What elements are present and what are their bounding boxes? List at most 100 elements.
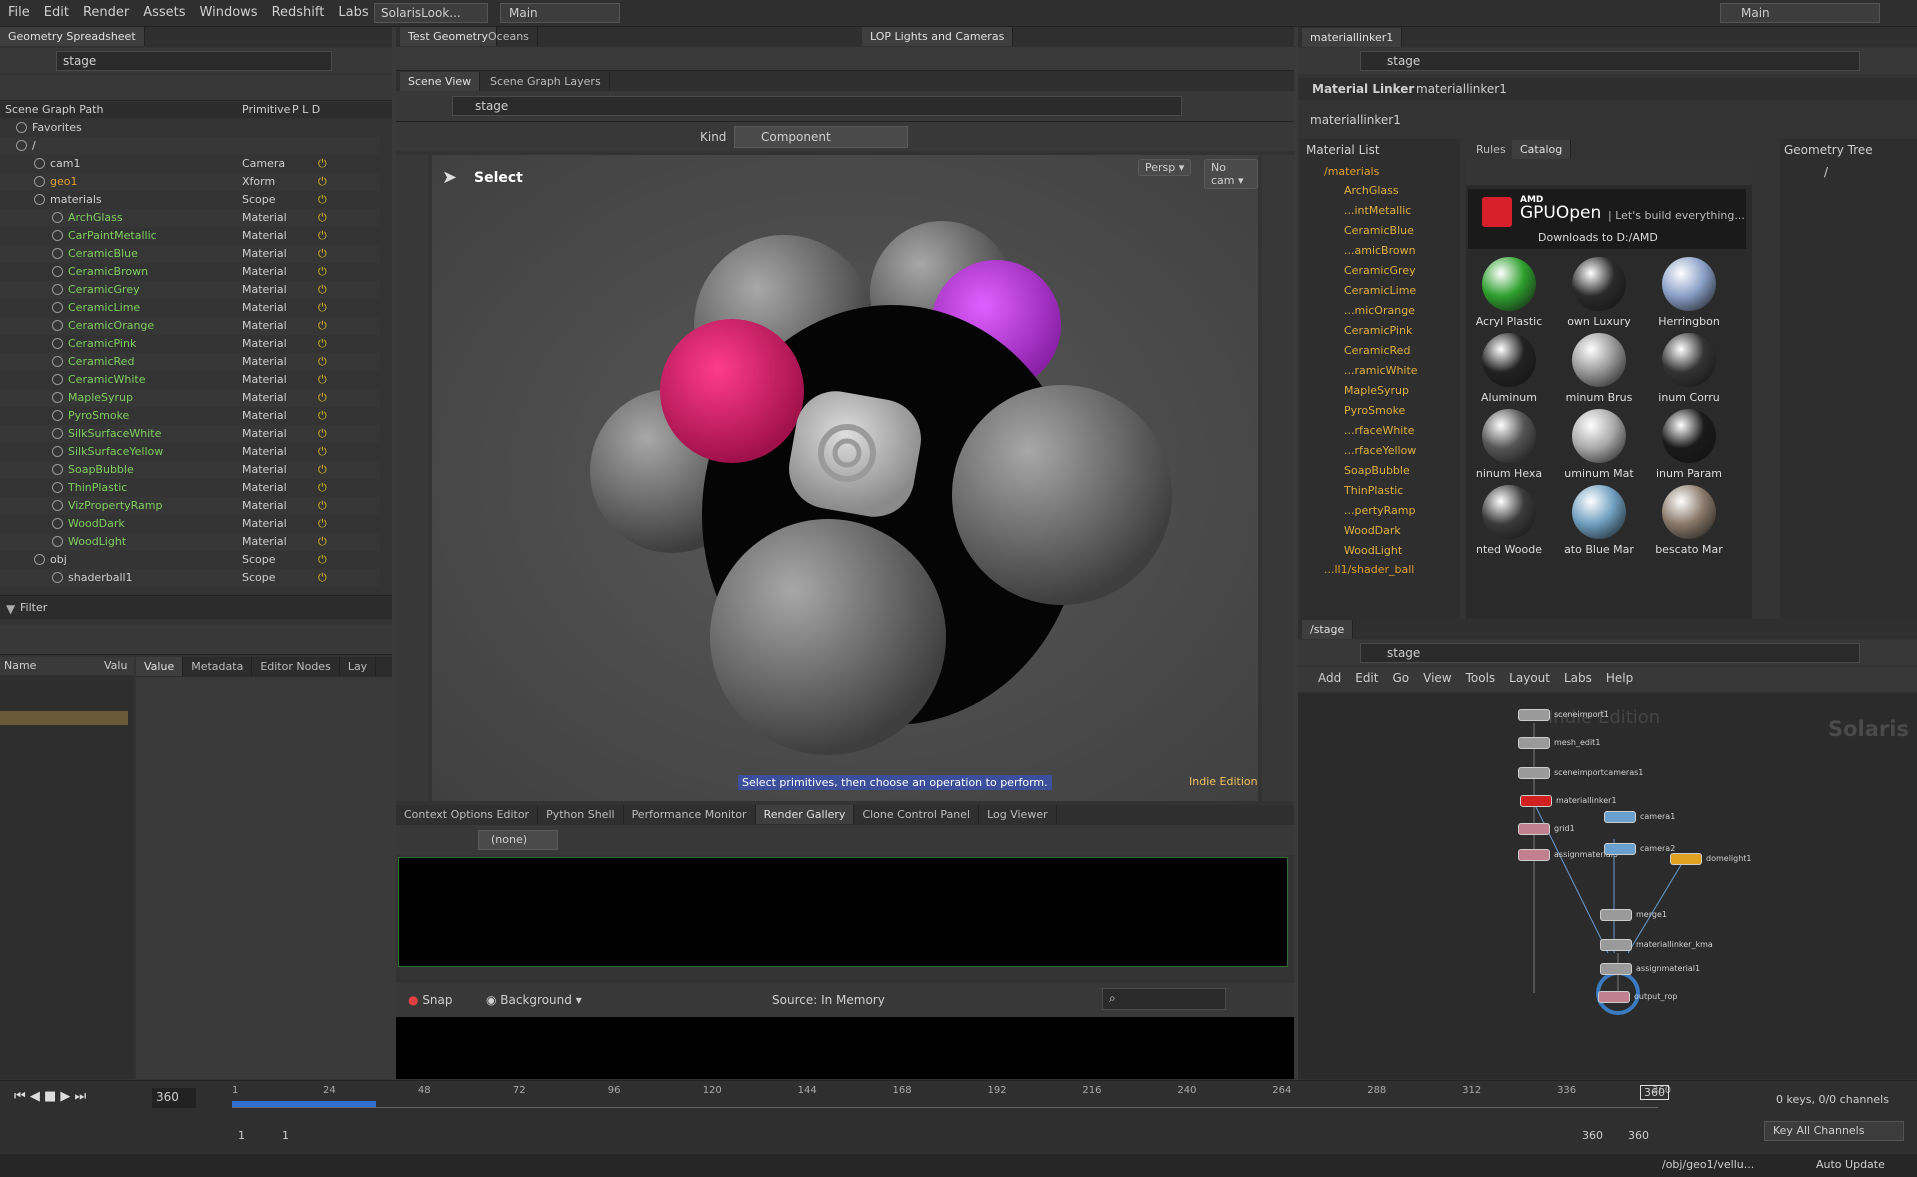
network-node[interactable] xyxy=(1600,909,1632,921)
material-item[interactable]: ThinPlastic xyxy=(1300,481,1460,501)
network-node[interactable] xyxy=(1518,709,1550,721)
network-node[interactable] xyxy=(1600,939,1632,951)
material-item[interactable]: ...pertyRamp xyxy=(1300,501,1460,521)
end-frame[interactable]: 360 xyxy=(1582,1129,1603,1142)
center-path-field[interactable]: stage xyxy=(452,96,1182,116)
tab-scene-view[interactable]: Scene View xyxy=(400,72,481,91)
tab-context-options-editor[interactable]: Context Options Editor xyxy=(396,805,539,824)
material-item[interactable]: WoodDark xyxy=(1300,521,1460,541)
scene-graph-row[interactable]: SilkSurfaceYellow Material ⏻ xyxy=(0,443,380,461)
material-item[interactable]: WoodLight xyxy=(1300,541,1460,561)
tab-catalog[interactable]: Catalog xyxy=(1512,140,1572,159)
scene-graph-row[interactable]: CeramicRed Material ⏻ xyxy=(0,353,380,371)
gpuopen-banner[interactable]: AMD GPUOpen | Let's build everything... … xyxy=(1468,189,1746,249)
material-swatch[interactable] xyxy=(1482,333,1536,387)
visibility-icon[interactable]: ⏻ xyxy=(318,227,327,245)
material-shaderball[interactable]: ...ll1/shader_ball xyxy=(1300,561,1460,579)
selected-row[interactable] xyxy=(0,711,128,725)
network-node[interactable] xyxy=(1598,991,1630,1003)
visibility-icon[interactable]: ⏻ xyxy=(318,389,327,407)
col-primitive[interactable]: Primitive xyxy=(242,103,290,116)
material-item[interactable]: ...ramicWhite xyxy=(1300,361,1460,381)
snap-button[interactable]: ● Snap xyxy=(408,993,453,1007)
scene-graph-row[interactable]: CeramicWhite Material ⏻ xyxy=(0,371,380,389)
material-swatch[interactable] xyxy=(1572,485,1626,539)
tab-stage-network[interactable]: /stage xyxy=(1302,620,1354,639)
material-item[interactable]: CeramicRed xyxy=(1300,341,1460,361)
network-node[interactable] xyxy=(1520,795,1552,807)
visibility-icon[interactable]: ⏻ xyxy=(318,551,327,569)
scene-graph-row[interactable]: MapleSyrup Material ⏻ xyxy=(0,389,380,407)
network-node[interactable] xyxy=(1604,843,1636,855)
visibility-icon[interactable]: ⏻ xyxy=(318,443,327,461)
start-frame-2[interactable]: 1 xyxy=(282,1129,289,1142)
material-swatch[interactable] xyxy=(1572,257,1626,311)
scene-graph-row[interactable]: WoodLight Material ⏻ xyxy=(0,533,380,551)
material-swatch[interactable] xyxy=(1572,409,1626,463)
material-item[interactable]: CeramicBlue xyxy=(1300,221,1460,241)
visibility-icon[interactable]: ⏻ xyxy=(318,317,327,335)
visibility-icon[interactable]: ⏻ xyxy=(318,569,327,587)
tab-log-viewer[interactable]: Log Viewer xyxy=(979,805,1057,824)
visibility-icon[interactable]: ⏻ xyxy=(318,335,327,353)
menu-windows[interactable]: Windows xyxy=(200,5,258,20)
material-swatch[interactable] xyxy=(1482,257,1536,311)
tab-python-shell[interactable]: Python Shell xyxy=(538,805,624,824)
material-item[interactable]: SoapBubble xyxy=(1300,461,1460,481)
scene-graph-row[interactable]: VizPropertyRamp Material ⏻ xyxy=(0,497,380,515)
playback-controls[interactable]: ⏮ ◀ ■ ▶ ⏭ xyxy=(14,1089,164,1109)
material-swatch[interactable] xyxy=(1572,333,1626,387)
scene-graph-row[interactable]: CarPaintMetallic Material ⏻ xyxy=(0,227,380,245)
material-item[interactable]: MapleSyrup xyxy=(1300,381,1460,401)
search-field[interactable]: ⌕ xyxy=(1102,988,1226,1010)
visibility-icon[interactable]: ⏻ xyxy=(318,191,327,209)
start-frame[interactable]: 1 xyxy=(238,1129,245,1142)
desktop-selector[interactable]: SolarisLook... xyxy=(374,3,488,23)
material-item[interactable]: ...intMetallic xyxy=(1300,201,1460,221)
network-menu-tools[interactable]: Tools xyxy=(1466,671,1496,685)
network-node[interactable] xyxy=(1518,823,1550,835)
scene-graph-row[interactable]: CeramicGrey Material ⏻ xyxy=(0,281,380,299)
material-swatch[interactable] xyxy=(1662,409,1716,463)
filter-icon[interactable]: ▼ xyxy=(6,602,15,616)
current-frame-field[interactable]: 360 xyxy=(152,1088,196,1108)
tab-lay[interactable]: Lay xyxy=(340,657,377,676)
menu-labs[interactable]: Labs xyxy=(338,5,368,20)
visibility-icon[interactable]: ⏻ xyxy=(318,371,327,389)
viewport[interactable]: ➤ Select Persp ▾ No cam ▾ Select primiti… xyxy=(432,155,1258,801)
visibility-icon[interactable]: ⏻ xyxy=(318,515,327,533)
visibility-icon[interactable]: ⏻ xyxy=(318,263,327,281)
menu-edit[interactable]: Edit xyxy=(44,5,69,20)
tab-performance-monitor[interactable]: Performance Monitor xyxy=(624,805,756,824)
tab-materiallinker[interactable]: materiallinker1 xyxy=(1302,28,1403,47)
material-item[interactable]: ...rfaceYellow xyxy=(1300,441,1460,461)
scene-graph-row[interactable]: materials Scope ⏻ xyxy=(0,191,380,209)
tab-oceans[interactable]: Oceans xyxy=(480,27,538,46)
menu-render[interactable]: Render xyxy=(83,5,129,20)
network-path-field[interactable]: stage xyxy=(1360,643,1860,663)
scene-graph-row[interactable]: SoapBubble Material ⏻ xyxy=(0,461,380,479)
scene-graph-row[interactable]: CeramicBrown Material ⏻ xyxy=(0,263,380,281)
material-item[interactable]: ...rfaceWhite xyxy=(1300,421,1460,441)
network-menu-layout[interactable]: Layout xyxy=(1509,671,1550,685)
network-menu-view[interactable]: View xyxy=(1423,671,1451,685)
tab-geometry-spreadsheet[interactable]: Geometry Spreadsheet xyxy=(0,27,145,46)
right-path-field[interactable]: stage xyxy=(1360,51,1860,71)
visibility-icon[interactable]: ⏻ xyxy=(318,479,327,497)
visibility-icon[interactable]: ⏻ xyxy=(318,353,327,371)
menu-assets[interactable]: Assets xyxy=(143,5,185,20)
material-item[interactable]: CeramicGrey xyxy=(1300,261,1460,281)
material-item[interactable]: ...amicBrown xyxy=(1300,241,1460,261)
right-desk-selector[interactable]: Main xyxy=(1720,3,1880,23)
visibility-icon[interactable]: ⏻ xyxy=(318,299,327,317)
network-canvas[interactable]: Indie Edition Solaris sceneimport1 mesh_e… xyxy=(1298,693,1917,1079)
network-menu-labs[interactable]: Labs xyxy=(1564,671,1592,685)
visibility-icon[interactable]: ⏻ xyxy=(318,461,327,479)
scene-graph-row[interactable]: ThinPlastic Material ⏻ xyxy=(0,479,380,497)
material-item[interactable]: PyroSmoke xyxy=(1300,401,1460,421)
visibility-icon[interactable]: ⏻ xyxy=(318,173,327,191)
scene-graph-row[interactable]: Favorites xyxy=(0,119,380,137)
material-item[interactable]: CeramicPink xyxy=(1300,321,1460,341)
tab-metadata[interactable]: Metadata xyxy=(183,657,253,676)
visibility-icon[interactable]: ⏻ xyxy=(318,425,327,443)
